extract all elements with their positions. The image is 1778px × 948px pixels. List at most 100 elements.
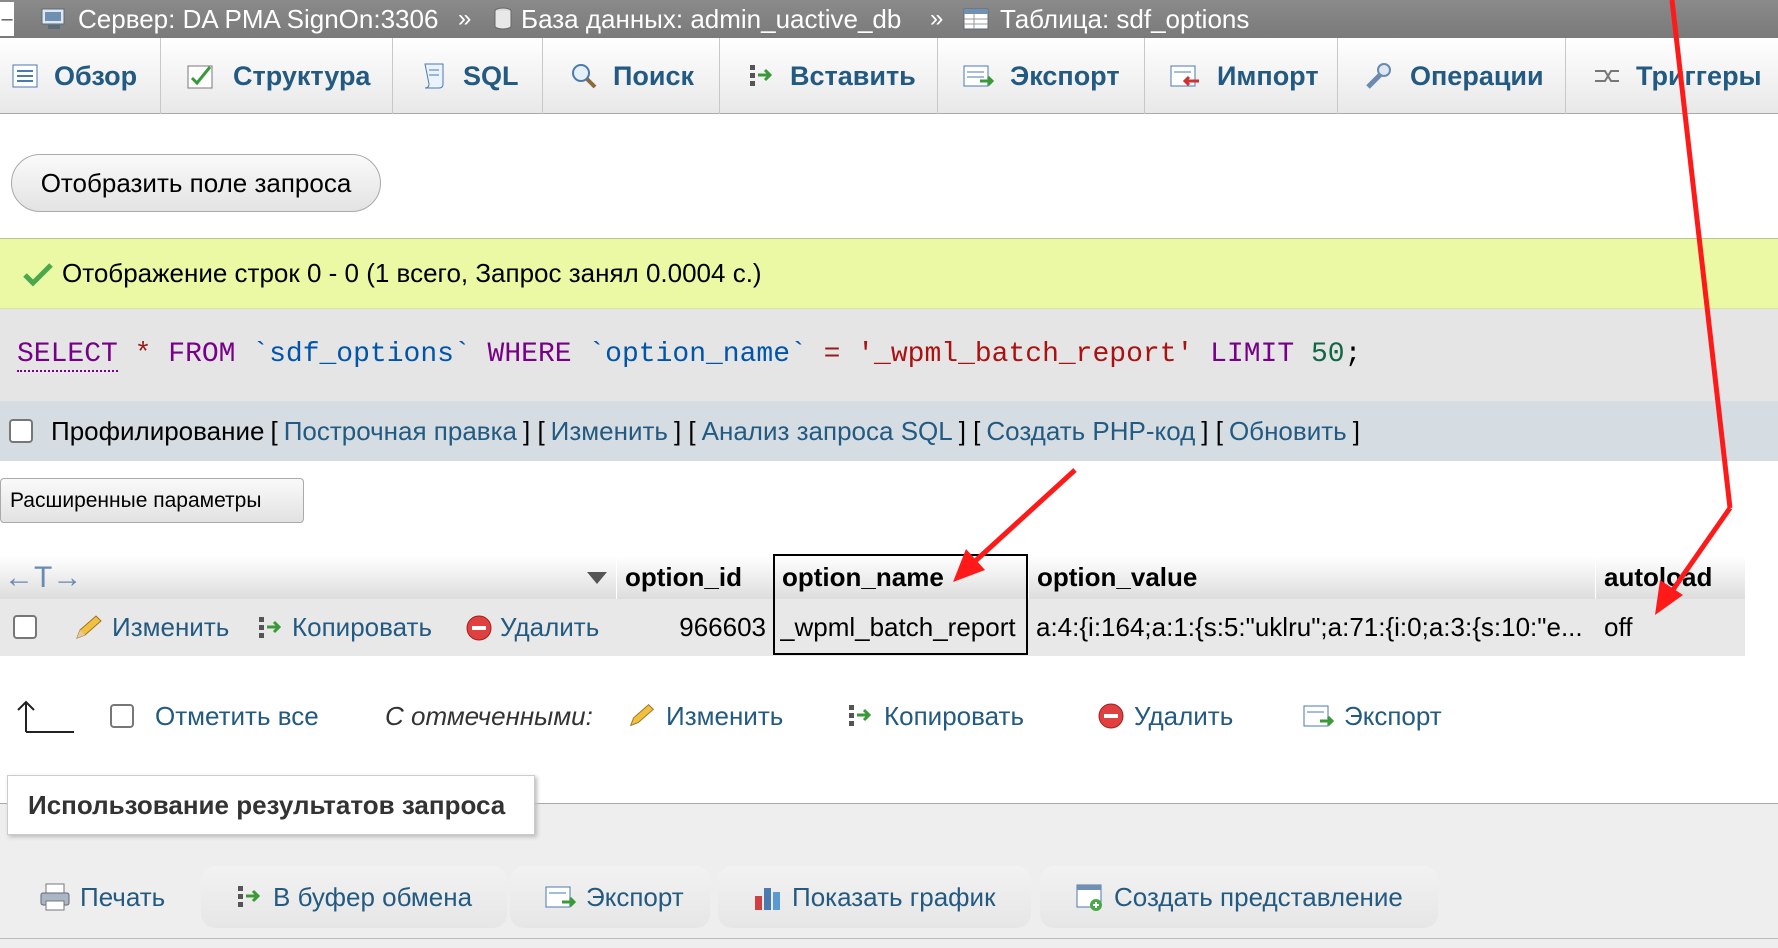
tab-triggers[interactable]: Триггеры <box>1566 38 1778 114</box>
checkmark-icon <box>23 262 53 287</box>
create-php-code-link[interactable]: Создать PHP-код <box>986 416 1195 447</box>
breadcrumb-database-label: База данных: admin_uactive_db <box>521 4 902 34</box>
bulk-export-button[interactable]: Экспорт <box>1302 690 1442 742</box>
breadcrumb-server-label: Сервер: DA PMA SignOn:3306 <box>78 4 439 34</box>
search-icon <box>572 64 597 89</box>
breadcrumb-table-label: Таблица: sdf_options <box>1000 4 1250 34</box>
show-chart-label: Показать график <box>792 881 996 912</box>
show-query-button[interactable]: Отобразить поле запроса <box>11 154 381 212</box>
check-all-checkbox[interactable] <box>110 704 134 728</box>
tab-search-label: Поиск <box>613 60 695 91</box>
sql-keyword[interactable]: SELECT <box>17 339 118 372</box>
annotation-highlight-box <box>773 554 1028 655</box>
show-chart-button[interactable]: Показать график <box>718 866 1031 928</box>
success-message: Отображение строк 0 - 0 (1 всего, Запрос… <box>0 239 1778 309</box>
tab-import[interactable]: Импорт <box>1145 38 1338 114</box>
refresh-link[interactable]: Обновить <box>1229 416 1347 447</box>
insert-icon <box>750 65 773 86</box>
bracket: ] <box>1352 415 1360 446</box>
print-label: Печать <box>80 881 166 912</box>
import-icon <box>1170 65 1199 87</box>
bulk-actions-row: Отметить все С отмеченными: Изменить Коп… <box>0 690 1778 742</box>
bulk-delete-label: Удалить <box>1134 700 1234 731</box>
breadcrumb-database[interactable]: База данных: admin_uactive_db <box>493 0 901 38</box>
column-header-option-value[interactable]: option_value <box>1028 556 1595 599</box>
row-edit-label: Изменить <box>112 612 230 642</box>
tab-export[interactable]: Экспорт <box>938 38 1145 114</box>
row-copy-action[interactable]: Копировать <box>256 599 432 656</box>
tab-export-label: Экспорт <box>1010 60 1120 91</box>
bulk-export-label: Экспорт <box>1344 700 1442 731</box>
chevron-down-icon[interactable] <box>585 570 609 586</box>
export-icon <box>545 886 577 908</box>
success-message-text: Отображение строк 0 - 0 (1 всего, Запрос… <box>62 258 762 288</box>
row-edit-action[interactable]: Изменить <box>72 599 229 656</box>
check-all-label[interactable]: Отметить все <box>155 690 319 742</box>
bulk-copy-label: Копировать <box>884 700 1024 731</box>
pencil-icon <box>629 704 654 727</box>
copy-to-clipboard-button[interactable]: В буфер обмена <box>201 866 507 928</box>
advanced-options-button[interactable]: Расширенные параметры <box>0 478 304 523</box>
tab-insert-label: Вставить <box>790 60 916 91</box>
tab-structure-label: Структура <box>233 60 371 91</box>
tab-operations-label: Операции <box>1410 60 1544 91</box>
tab-sql[interactable]: SQL <box>393 38 543 114</box>
bracket: [ <box>270 415 278 446</box>
server-icon <box>41 8 65 29</box>
sql-table-name: `sdf_options` <box>252 339 471 370</box>
print-button[interactable]: Печать <box>0 866 195 928</box>
query-results-legend: Использование результатов запроса <box>7 775 535 835</box>
row-copy-label: Копировать <box>292 612 432 642</box>
tab-browse-label: Обзор <box>54 60 138 91</box>
profiling-label: Профилирование <box>51 415 265 446</box>
tab-insert[interactable]: Вставить <box>720 38 938 114</box>
collapse-nub[interactable]: – <box>0 2 14 36</box>
sql-keyword: LIMIT <box>1210 339 1295 370</box>
create-view-button[interactable]: Создать представление <box>1040 866 1438 928</box>
bulk-edit-label: Изменить <box>666 700 784 731</box>
row-delete-label: Удалить <box>500 612 600 642</box>
bulk-edit-button[interactable]: Изменить <box>626 690 783 742</box>
row-checkbox[interactable] <box>13 615 37 639</box>
results-export-button[interactable]: Экспорт <box>510 866 710 928</box>
copy-icon <box>259 616 282 638</box>
sql-semicolon: ; <box>1344 339 1362 370</box>
export-icon <box>963 65 995 87</box>
with-selected-label: С отмеченными: <box>385 701 593 731</box>
tab-triggers-label: Триггеры <box>1636 60 1762 91</box>
tab-operations[interactable]: Операции <box>1338 38 1566 114</box>
tab-browse[interactable]: Обзор <box>0 38 161 114</box>
bulk-delete-button[interactable]: Удалить <box>1096 690 1233 742</box>
column-header-option-id[interactable]: option_id <box>616 556 773 599</box>
sql-keyword: WHERE <box>487 339 572 370</box>
explain-sql-link[interactable]: Анализ запроса SQL <box>702 416 953 447</box>
breadcrumb-table[interactable]: Таблица: sdf_options <box>962 0 1249 38</box>
inline-edit-link[interactable]: Построчная правка <box>284 416 517 447</box>
copy-icon <box>849 705 872 726</box>
breadcrumb-separator: » <box>930 5 944 32</box>
tab-search[interactable]: Поиск <box>543 38 720 114</box>
tab-bar: Обзор Структура SQL Поиск Вставить Экспо… <box>0 38 1778 114</box>
column-header-autoload[interactable]: autoload <box>1595 556 1745 599</box>
breadcrumb-separator: » <box>458 5 472 32</box>
results-export-label: Экспорт <box>586 881 684 912</box>
column-resize-arrows[interactable]: ←T→ <box>4 556 82 599</box>
profiling-checkbox[interactable] <box>9 419 33 443</box>
bracket: ] [ <box>958 415 981 446</box>
edit-query-link[interactable]: Изменить <box>551 416 668 447</box>
breadcrumb-server[interactable]: Сервер: DA PMA SignOn:3306 <box>40 0 438 38</box>
tab-sql-label: SQL <box>463 60 519 91</box>
tab-structure[interactable]: Структура <box>161 38 393 114</box>
cell-option-value: a:4:{i:164;a:1:{s:5:"uklru";a:71:{i:0;a:… <box>1036 612 1583 642</box>
row-delete-action[interactable]: Удалить <box>464 599 599 656</box>
printer-icon <box>40 883 70 911</box>
arrow-up-left-icon <box>17 700 74 733</box>
cell-option-id: 966603 <box>679 612 766 642</box>
delete-icon <box>1098 703 1124 729</box>
sql-string: '_wpml_batch_report' <box>857 339 1194 370</box>
fieldset-border <box>0 938 1778 939</box>
table-icon <box>963 8 989 30</box>
triggers-icon <box>1595 70 1619 82</box>
bulk-copy-button[interactable]: Копировать <box>846 690 1024 742</box>
wrench-icon <box>1366 63 1391 89</box>
